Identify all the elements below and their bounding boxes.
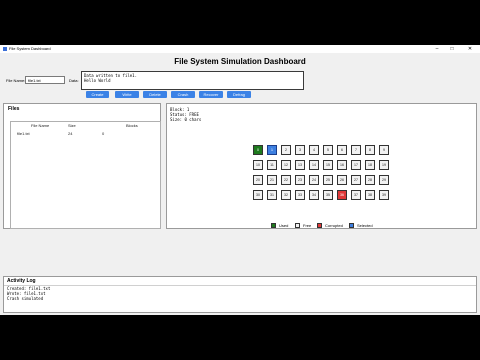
block-cell[interactable]: 9: [379, 145, 389, 155]
minimize-icon[interactable]: –: [432, 45, 442, 53]
block-map-panel: Block: 1 Status: FREE Size: 0 chars 0123…: [166, 103, 477, 229]
maximize-icon[interactable]: □: [447, 45, 457, 53]
block-cell[interactable]: 30: [253, 190, 263, 200]
block-cell[interactable]: 13: [295, 160, 305, 170]
file-size-cell: 24: [68, 131, 73, 136]
legend-selected-swatch: [349, 223, 354, 228]
block-cell[interactable]: 7: [351, 145, 361, 155]
block-cell[interactable]: 17: [351, 160, 361, 170]
defrag-button[interactable]: Defrag: [227, 91, 251, 98]
block-cell[interactable]: 11: [267, 160, 277, 170]
legend-free-label: Free: [303, 223, 312, 228]
file-blocks-cell: 0: [102, 131, 105, 136]
block-cell[interactable]: 6: [337, 145, 347, 155]
files-table[interactable]: File Name Size Blocks file1.txt 24 0: [10, 121, 161, 229]
block-cell[interactable]: 0: [253, 145, 263, 155]
data-textarea[interactable]: Data written to file1. Hello World: [81, 71, 304, 90]
column-header-blocks[interactable]: Blocks: [126, 123, 138, 128]
activity-log-text[interactable]: Created: file1.txt Wrote: file1.txt Cras…: [7, 286, 50, 301]
block-cell[interactable]: 1: [267, 145, 277, 155]
block-cell[interactable]: 27: [351, 175, 361, 185]
crash-button[interactable]: Crash: [171, 91, 195, 98]
title-bar: File System Dashboard – □ ✕: [0, 45, 480, 53]
legend-corrupted-label: Corrupted: [325, 223, 343, 228]
legend-used-swatch: [271, 223, 276, 228]
close-icon[interactable]: ✕: [465, 45, 475, 53]
block-cell[interactable]: 37: [351, 190, 361, 200]
block-cell[interactable]: 29: [379, 175, 389, 185]
app-icon: [3, 47, 7, 51]
recover-button[interactable]: Recover: [199, 91, 223, 98]
block-info: Block: 1 Status: FREE Size: 0 chars: [170, 107, 202, 122]
block-cell[interactable]: 10: [253, 160, 263, 170]
block-cell[interactable]: 3: [295, 145, 305, 155]
block-cell[interactable]: 18: [365, 160, 375, 170]
block-cell[interactable]: 12: [281, 160, 291, 170]
delete-button[interactable]: Delete: [143, 91, 167, 98]
block-cell[interactable]: 5: [323, 145, 333, 155]
block-cell[interactable]: 34: [309, 190, 319, 200]
write-button[interactable]: Write: [115, 91, 139, 98]
create-button[interactable]: Create: [86, 91, 109, 98]
files-panel-title: Files: [8, 106, 20, 112]
legend-free-swatch: [295, 223, 300, 228]
app-window: File System Dashboard – □ ✕ File System …: [0, 45, 480, 315]
filename-label: File Name:: [6, 78, 26, 83]
block-cell[interactable]: 33: [295, 190, 305, 200]
legend-selected-label: Selected: [357, 223, 373, 228]
block-cell[interactable]: 28: [365, 175, 375, 185]
filename-input[interactable]: file1.txt: [25, 76, 65, 84]
block-cell[interactable]: 24: [309, 175, 319, 185]
block-cell[interactable]: 38: [365, 190, 375, 200]
data-label: Data:: [69, 78, 79, 83]
block-cell[interactable]: 14: [309, 160, 319, 170]
block-cell[interactable]: 15: [323, 160, 333, 170]
file-name-cell: file1.txt: [17, 131, 30, 136]
block-cell[interactable]: 4: [309, 145, 319, 155]
block-cell[interactable]: 22: [281, 175, 291, 185]
legend-used-label: Used: [279, 223, 289, 228]
column-header-filename[interactable]: File Name: [31, 123, 49, 128]
block-cell[interactable]: 36: [337, 190, 347, 200]
block-cell[interactable]: 20: [253, 175, 263, 185]
block-cell[interactable]: 26: [337, 175, 347, 185]
block-cell[interactable]: 2: [281, 145, 291, 155]
activity-log-title: Activity Log: [7, 278, 36, 284]
page-title: File System Simulation Dashboard: [174, 57, 306, 66]
block-cell[interactable]: 35: [323, 190, 333, 200]
block-cell[interactable]: 31: [267, 190, 277, 200]
block-cell[interactable]: 25: [323, 175, 333, 185]
column-header-size[interactable]: Size: [68, 123, 76, 128]
block-cell[interactable]: 21: [267, 175, 277, 185]
block-cell[interactable]: 16: [337, 160, 347, 170]
block-cell[interactable]: 8: [365, 145, 375, 155]
block-cell[interactable]: 23: [295, 175, 305, 185]
window-title: File System Dashboard: [9, 46, 51, 51]
activity-log-panel: Activity Log Created: file1.txt Wrote: f…: [3, 276, 477, 313]
divider: [4, 285, 476, 286]
block-cell[interactable]: 39: [379, 190, 389, 200]
files-panel: Files File Name Size Blocks file1.txt 24…: [3, 103, 161, 229]
legend-corrupted-swatch: [317, 223, 322, 228]
block-cell[interactable]: 19: [379, 160, 389, 170]
block-cell[interactable]: 32: [281, 190, 291, 200]
